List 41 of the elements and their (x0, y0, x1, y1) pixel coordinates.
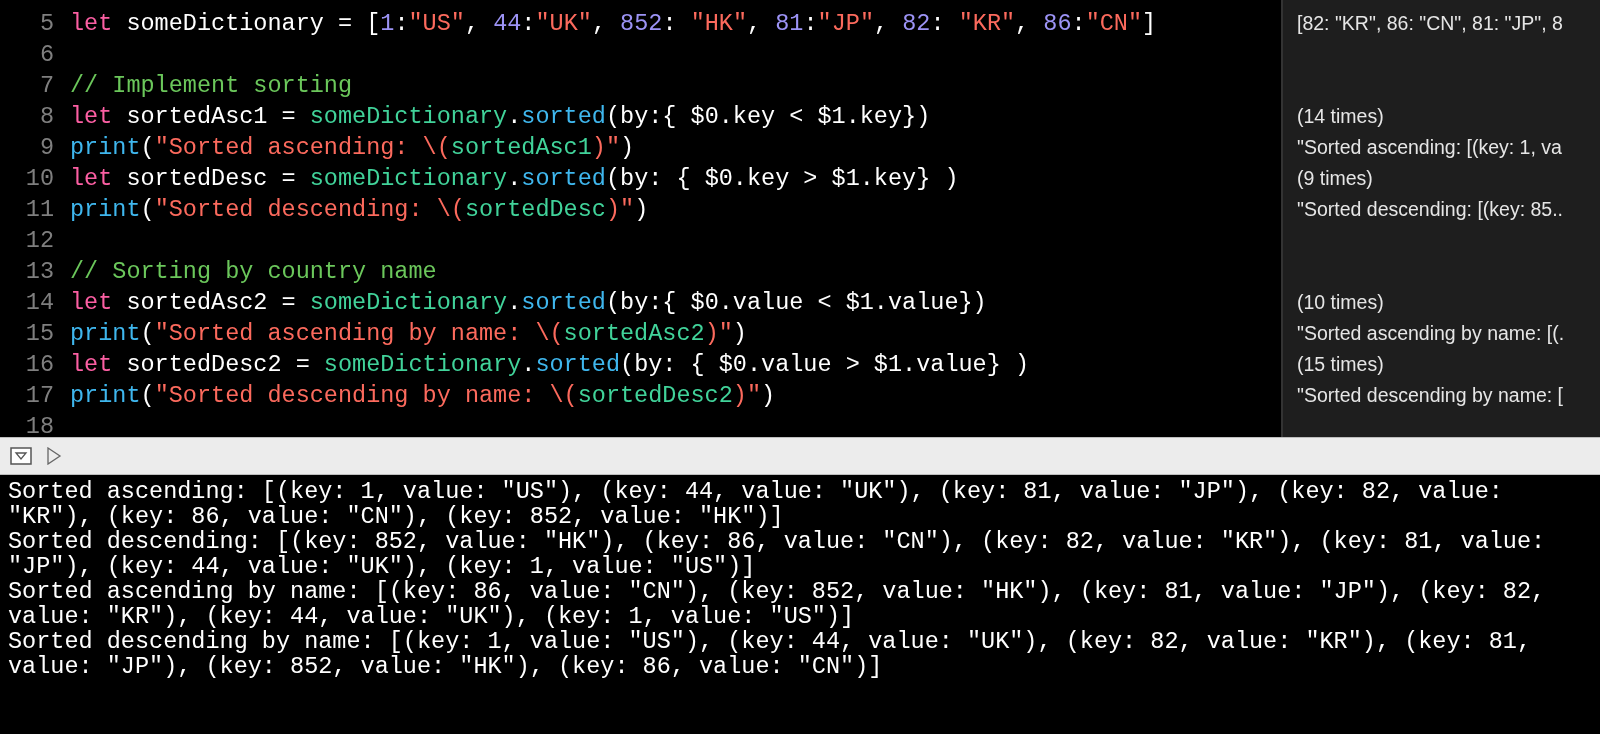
line-number: 17 (24, 381, 54, 411)
line-number: 14 (24, 288, 54, 318)
result-value: (9 times) (1297, 167, 1373, 189)
result-value: (10 times) (1297, 291, 1384, 313)
line-number: 13 (24, 257, 54, 287)
line-number: 10 (24, 164, 54, 194)
code-line: print("Sorted ascending: \(sortedAsc1)") (70, 133, 635, 163)
line-number: 9 (38, 133, 54, 163)
code-line: // Implement sorting (70, 71, 353, 101)
result-value: "Sorted descending: [(key: 85.. (1297, 198, 1563, 220)
result-value: (15 times) (1297, 353, 1384, 375)
code-line: let sortedAsc1 = someDictionary.sorted(by:{ $0.key < $1.key}) (70, 102, 931, 132)
result-value: (14 times) (1297, 105, 1384, 127)
result-value: "Sorted descending by name: [ (1297, 384, 1563, 406)
result-value: [82: "KR", 86: "CN", 81: "JP", 8 (1297, 12, 1563, 34)
line-number: 6 (38, 40, 54, 70)
line-number: 18 (24, 412, 54, 442)
code-line: print("Sorted descending: \(sortedDesc)") (70, 195, 649, 225)
line-number: 11 (24, 195, 54, 225)
line-number: 7 (38, 71, 54, 101)
line-number: 16 (24, 350, 54, 380)
console-line: Sorted ascending by name: [(key: 86, value: "CN"), (key: 852, value: "HK"), (key: 81, value: "JP"), (key: 82, value: "KR"), (key: 44, value: "UK"), (key: 1, value: "US")] (8, 579, 1547, 629)
code-line: let someDictionary = [1:"US", 44:"UK", 852: "HK", 81:"JP", 82: "KR", 86:"CN"] (70, 9, 1157, 39)
line-number: 5 (38, 9, 54, 39)
console-line: Sorted ascending: [(key: 1, value: "US"), (key: 44, value: "UK"), (key: 81, value: "JP"), (key: 82, value: "KR"), (key: 86, value: "CN"), (key: 852, value: "HK")] (8, 479, 1504, 529)
result-value: "Sorted ascending by name: [(. (1297, 322, 1565, 344)
hide-panel-button[interactable] (8, 445, 34, 467)
line-number: 12 (24, 226, 54, 256)
result-value: "Sorted ascending: [(key: 1, va (1297, 136, 1562, 158)
play-icon (46, 447, 62, 465)
code-line: let sortedAsc2 = someDictionary.sorted(by:{ $0.value < $1.value}) (70, 288, 987, 318)
code-line: print("Sorted descending by name: \(sortedDesc2)") (70, 381, 776, 411)
line-number: 15 (24, 319, 54, 349)
line-number: 8 (38, 102, 54, 132)
code-line: let sortedDesc = someDictionary.sorted(by: { $0.key > $1.key} ) (70, 164, 959, 194)
code-line: let sortedDesc2 = someDictionary.sorted(by: { $0.value > $1.value} ) (70, 350, 1029, 380)
console-line: Sorted descending by name: [(key: 1, value: "US"), (key: 44, value: "UK"), (key: 82, value: "KR"), (key: 81, value: "JP"), (key: 852, value: "HK"), (key: 86, value: "CN")] (8, 629, 1533, 679)
code-line: print("Sorted ascending by name: \(sortedAsc2)") (70, 319, 747, 349)
panel-toggle-icon (10, 447, 32, 465)
code-line: // Sorting by country name (70, 257, 437, 287)
console-line: Sorted descending: [(key: 852, value: "HK"), (key: 86, value: "CN"), (key: 82, value: "KR"), (key: 81, value: "JP"), (key: 44, value: "UK"), (key: 1, value: "US")] (8, 529, 1547, 579)
